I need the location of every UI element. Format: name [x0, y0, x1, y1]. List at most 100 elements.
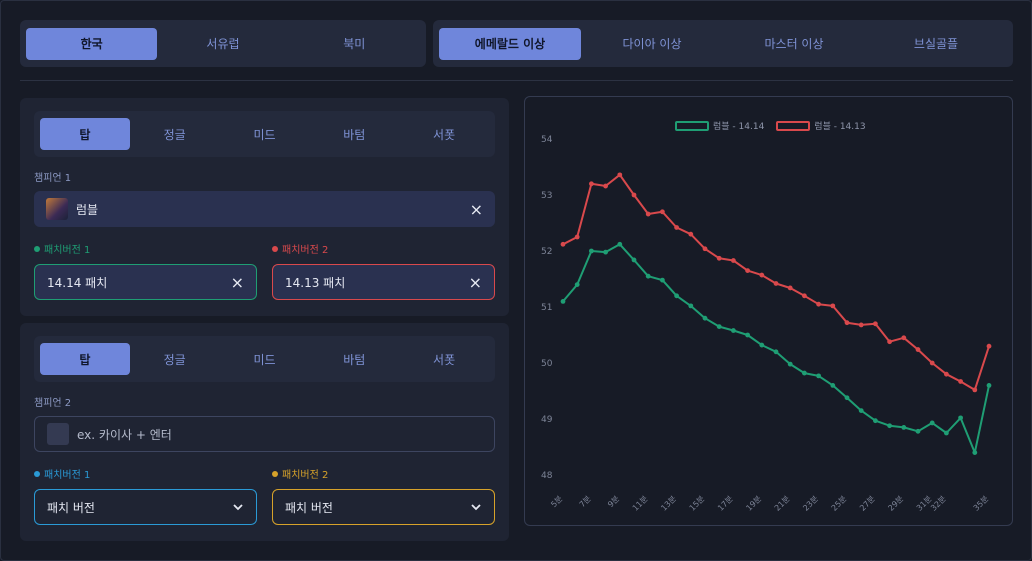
x-tick-label: 23분 — [801, 494, 820, 513]
patch-2-select[interactable]: 14.13 패치 × — [272, 264, 495, 300]
patch-2-dropdown[interactable]: 패치 버전 — [272, 489, 495, 525]
data-point[interactable] — [603, 249, 608, 255]
data-point[interactable] — [702, 315, 708, 321]
data-point[interactable] — [787, 361, 793, 367]
role-tab-0[interactable]: 탑 — [40, 118, 130, 150]
data-point[interactable] — [844, 395, 850, 401]
role-tab-3[interactable]: 바텀 — [309, 343, 399, 375]
data-point[interactable] — [660, 209, 665, 215]
data-point[interactable] — [958, 415, 963, 421]
champion-1-input[interactable]: 럼블 × — [34, 191, 495, 227]
data-point[interactable] — [958, 379, 963, 384]
green-dot-icon — [34, 245, 40, 252]
patch-1-dropdown[interactable]: 패치 버전 — [34, 489, 257, 525]
data-point[interactable] — [802, 293, 807, 299]
patch-1-label: 패치버전 1 — [34, 241, 90, 256]
data-point[interactable] — [716, 324, 722, 329]
data-point[interactable] — [617, 172, 623, 178]
data-point[interactable] — [645, 273, 651, 279]
data-point[interactable] — [944, 371, 949, 377]
role-tab-1[interactable]: 정글 — [130, 118, 220, 150]
role-tab-3[interactable]: 바텀 — [309, 118, 399, 150]
data-point[interactable] — [688, 231, 694, 237]
role-tab-2[interactable]: 미드 — [220, 118, 310, 150]
region-tab-1[interactable]: 서유럽 — [157, 28, 288, 60]
data-point[interactable] — [759, 342, 765, 348]
data-point[interactable] — [787, 285, 793, 291]
role-tab-4[interactable]: 서폿 — [399, 343, 489, 375]
role-tab-1[interactable]: 정글 — [130, 343, 220, 375]
x-tick-label: 7분 — [578, 494, 593, 509]
tier-tab-3[interactable]: 브실골플 — [865, 28, 1007, 60]
data-point[interactable] — [802, 370, 807, 376]
data-point[interactable] — [603, 183, 608, 189]
data-point[interactable] — [660, 277, 665, 283]
data-point[interactable] — [929, 360, 935, 366]
role-tab-4[interactable]: 서폿 — [399, 118, 489, 150]
data-point[interactable] — [858, 408, 864, 413]
data-point[interactable] — [560, 299, 566, 304]
data-point[interactable] — [574, 234, 580, 240]
x-tick-label: 13분 — [659, 494, 678, 513]
data-point[interactable] — [929, 420, 935, 426]
data-point[interactable] — [858, 322, 864, 328]
data-point[interactable] — [915, 347, 921, 352]
data-point[interactable] — [745, 268, 750, 273]
data-point[interactable] — [773, 349, 779, 355]
data-point[interactable] — [830, 303, 836, 309]
role-tab-0[interactable]: 탑 — [40, 343, 130, 375]
data-point[interactable] — [731, 328, 736, 333]
data-point[interactable] — [589, 248, 594, 254]
region-tab-0[interactable]: 한국 — [26, 27, 158, 60]
data-point[interactable] — [589, 181, 594, 187]
data-point[interactable] — [688, 303, 694, 309]
data-point[interactable] — [873, 418, 878, 424]
data-point[interactable] — [944, 430, 949, 436]
data-point[interactable] — [986, 383, 992, 388]
data-point[interactable] — [830, 383, 836, 388]
role-tab-2[interactable]: 미드 — [220, 343, 310, 375]
tier-selector: 에메랄드 이상 다이아 이상 마스터 이상 브실골플 — [433, 20, 1013, 67]
data-point[interactable] — [844, 320, 850, 326]
data-point[interactable] — [745, 332, 750, 338]
data-point[interactable] — [702, 246, 708, 252]
gold-dot-icon — [272, 470, 278, 477]
tier-tab-1[interactable]: 다이아 이상 — [581, 28, 723, 60]
data-point[interactable] — [915, 428, 921, 434]
data-point[interactable] — [631, 192, 637, 198]
champion-2-input[interactable]: ex. 카이사 + 엔터 — [34, 416, 495, 452]
data-point[interactable] — [674, 293, 679, 299]
y-tick-label: 51 — [541, 303, 552, 313]
data-point[interactable] — [887, 339, 892, 345]
data-point[interactable] — [972, 450, 978, 455]
data-point[interactable] — [716, 255, 722, 261]
x-tick-label: 32분 — [929, 494, 948, 513]
data-point[interactable] — [816, 373, 821, 379]
region-tab-2[interactable]: 북미 — [289, 28, 420, 60]
data-point[interactable] — [901, 335, 907, 341]
data-point[interactable] — [773, 281, 779, 286]
data-point[interactable] — [574, 282, 580, 287]
data-point[interactable] — [759, 272, 765, 278]
data-point[interactable] — [901, 425, 907, 430]
y-tick-label: 48 — [541, 471, 553, 481]
patch-1-select[interactable]: 14.14 패치 × — [34, 264, 257, 300]
data-point[interactable] — [617, 241, 623, 247]
data-point[interactable] — [887, 423, 892, 429]
data-point[interactable] — [731, 258, 736, 263]
data-point[interactable] — [873, 321, 878, 327]
data-point[interactable] — [645, 211, 651, 217]
data-point[interactable] — [972, 387, 978, 393]
data-point[interactable] — [560, 241, 566, 247]
data-point[interactable] — [986, 343, 992, 349]
x-tick-label: 17분 — [716, 494, 735, 513]
data-point[interactable] — [631, 257, 637, 263]
data-point[interactable] — [816, 301, 821, 307]
data-point[interactable] — [674, 225, 679, 230]
y-tick-label: 50 — [541, 359, 553, 369]
tier-tab-2[interactable]: 마스터 이상 — [723, 28, 865, 60]
clear-icon[interactable]: × — [469, 273, 482, 292]
tier-tab-0[interactable]: 에메랄드 이상 — [439, 27, 581, 60]
clear-icon[interactable]: × — [470, 200, 483, 219]
clear-icon[interactable]: × — [231, 273, 244, 292]
